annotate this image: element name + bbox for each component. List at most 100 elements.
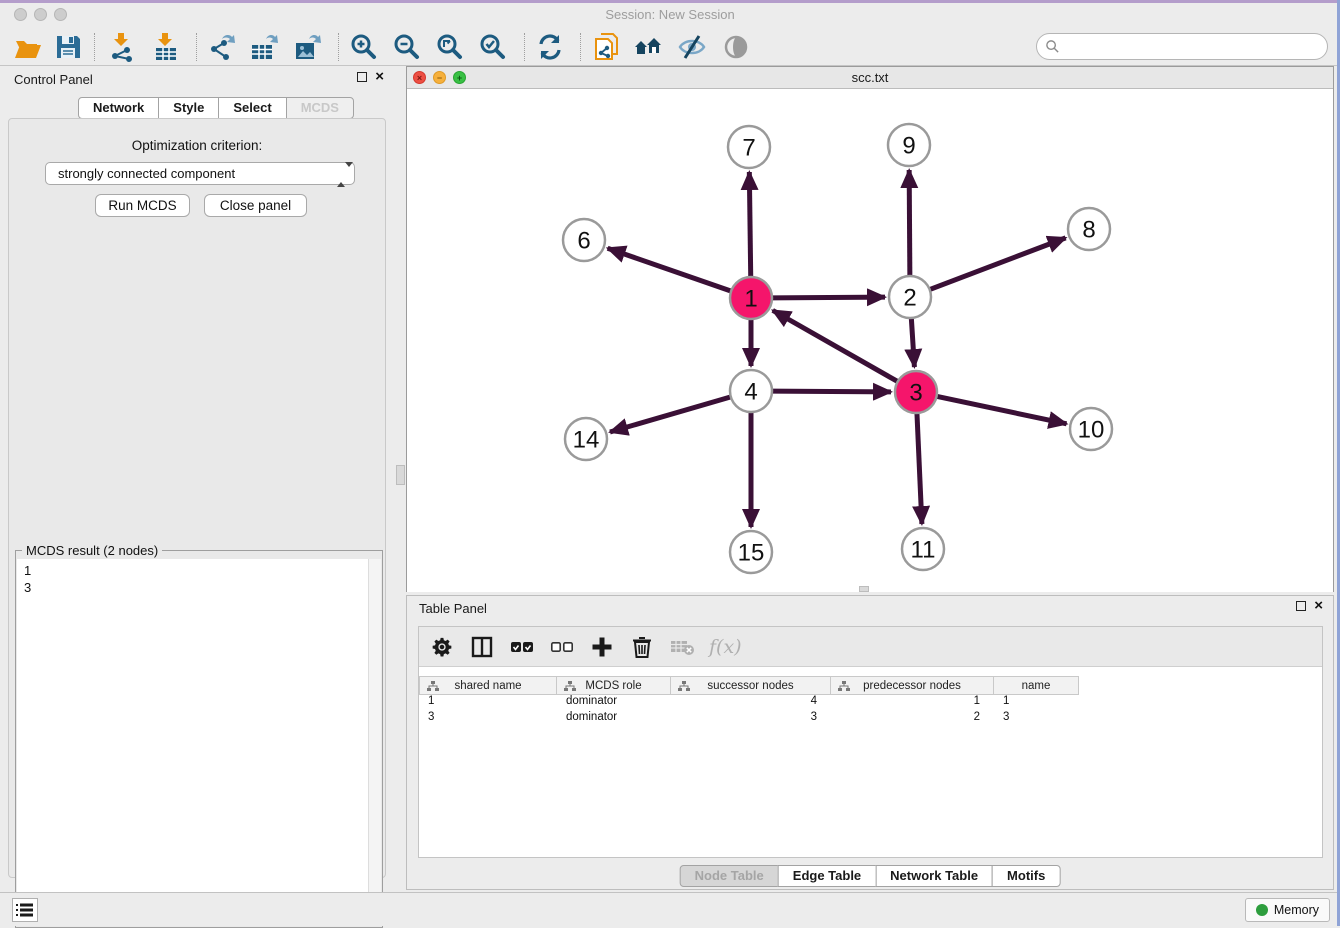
tab-network-table[interactable]: Network Table <box>875 865 993 887</box>
table-cell[interactable]: 3 <box>672 711 832 727</box>
mcds-result-lines: 13 <box>17 559 381 596</box>
criterion-select[interactable]: strongly connected component <box>45 162 355 185</box>
import-network-icon[interactable] <box>106 31 138 63</box>
graph-edge-2-3[interactable] <box>911 318 914 367</box>
table-row[interactable]: 3dominator323 <box>420 711 1321 727</box>
control-panel-tabbar: NetworkStyleSelectMCDS <box>78 97 354 119</box>
search-input[interactable] <box>1065 39 1327 54</box>
graph-node-4[interactable]: 4 <box>730 370 772 412</box>
open-session-icon[interactable] <box>12 31 44 63</box>
column-header-predecessor-nodes[interactable]: predecessor nodes <box>831 676 994 695</box>
graph-edge-1-6[interactable] <box>608 248 732 291</box>
close-panel-button[interactable]: Close panel <box>204 194 307 217</box>
add-row-icon[interactable] <box>589 634 615 660</box>
tab-mcds[interactable]: MCDS <box>286 97 354 119</box>
mcds-result-area[interactable]: 13 <box>17 559 381 926</box>
close-panel-icon[interactable]: × <box>375 72 384 82</box>
table-header-row: shared nameMCDS rolesuccessor nodesprede… <box>419 676 1079 695</box>
graph-edge-4-14[interactable] <box>610 397 731 432</box>
status-bar: Memory <box>0 892 1340 926</box>
task-history-button[interactable] <box>12 898 38 922</box>
window-title: Session: New Session <box>0 7 1340 22</box>
svg-text:2: 2 <box>903 285 916 312</box>
column-header-label: name <box>994 680 1078 692</box>
network-window-titlebar[interactable]: × − + scc.txt <box>407 67 1333 89</box>
result-line: 1 <box>24 562 381 579</box>
table-panel-title: Table Panel <box>419 601 487 616</box>
network-splitter-handle[interactable] <box>859 586 869 592</box>
graph-edge-4-3[interactable] <box>772 391 891 392</box>
export-table-icon[interactable] <box>248 31 280 63</box>
show-graphics-details-icon[interactable] <box>720 31 752 63</box>
tab-motifs[interactable]: Motifs <box>992 865 1060 887</box>
graph-node-15[interactable]: 15 <box>730 531 772 573</box>
tab-network[interactable]: Network <box>78 97 159 119</box>
memory-button[interactable]: Memory <box>1245 898 1330 922</box>
graph-node-3[interactable]: 3 <box>895 371 937 413</box>
search-field[interactable] <box>1036 33 1328 60</box>
graph-node-1[interactable]: 1 <box>730 277 772 319</box>
close-table-panel-icon[interactable]: × <box>1314 601 1323 611</box>
graph-node-8[interactable]: 8 <box>1068 208 1110 250</box>
svg-text:14: 14 <box>573 427 600 454</box>
settings-gear-icon[interactable] <box>429 634 455 660</box>
table-row[interactable]: 1dominator411 <box>420 695 1321 711</box>
graph-node-14[interactable]: 14 <box>565 418 607 460</box>
panel-splitter-handle[interactable] <box>396 465 405 485</box>
result-scrollbar[interactable] <box>368 559 381 926</box>
export-network-icon[interactable] <box>206 31 238 63</box>
table-cell[interactable]: 4 <box>672 695 832 711</box>
refresh-icon[interactable] <box>534 31 566 63</box>
table-cell[interactable]: 1 <box>832 695 995 711</box>
graph-node-11[interactable]: 11 <box>902 528 944 570</box>
columns-icon[interactable] <box>469 634 495 660</box>
zoom-selected-icon[interactable] <box>477 31 509 63</box>
save-session-icon[interactable] <box>52 31 84 63</box>
svg-text:10: 10 <box>1078 417 1105 444</box>
graph-node-7[interactable]: 7 <box>728 126 770 168</box>
zoom-out-icon[interactable] <box>391 31 423 63</box>
hide-network-icon[interactable] <box>676 31 708 63</box>
duplicate-network-icon[interactable] <box>592 31 624 63</box>
graph-edge-2-8[interactable] <box>930 238 1066 290</box>
table-cell[interactable]: dominator <box>558 711 672 727</box>
table-cell[interactable]: 3 <box>995 711 1080 727</box>
graph-edge-3-1[interactable] <box>773 310 898 381</box>
tab-select[interactable]: Select <box>218 97 286 119</box>
show-all-networks-icon[interactable] <box>632 31 664 63</box>
table-cell[interactable]: 2 <box>832 711 995 727</box>
export-image-icon[interactable] <box>292 31 324 63</box>
graph-edge-3-10[interactable] <box>937 396 1067 423</box>
float-panel-icon[interactable] <box>357 72 367 82</box>
graph-node-10[interactable]: 10 <box>1070 408 1112 450</box>
column-header-shared-name[interactable]: shared name <box>419 676 557 695</box>
table-cell[interactable]: 1 <box>995 695 1080 711</box>
column-header-successor-nodes[interactable]: successor nodes <box>671 676 831 695</box>
table-cell[interactable]: 3 <box>420 711 558 727</box>
graph-node-6[interactable]: 6 <box>563 219 605 261</box>
deselect-all-icon[interactable] <box>549 634 575 660</box>
table-cell[interactable]: dominator <box>558 695 672 711</box>
tab-style[interactable]: Style <box>158 97 219 119</box>
tab-edge-table[interactable]: Edge Table <box>778 865 876 887</box>
column-header-name[interactable]: name <box>994 676 1079 695</box>
float-table-panel-icon[interactable] <box>1296 601 1306 611</box>
tab-node-table[interactable]: Node Table <box>680 865 779 887</box>
graph-edge-1-7[interactable] <box>749 172 750 277</box>
delete-row-icon[interactable] <box>629 634 655 660</box>
run-mcds-button[interactable]: Run MCDS <box>95 194 190 217</box>
column-header-MCDS-role[interactable]: MCDS role <box>557 676 671 695</box>
zoom-fit-icon[interactable] <box>434 31 466 63</box>
select-all-icon[interactable] <box>509 634 535 660</box>
import-table-icon[interactable] <box>150 31 182 63</box>
graph-edge-1-2[interactable] <box>772 297 885 298</box>
network-canvas[interactable]: 7 9 6 8 1 2 4 3 14 10 15 11 <box>407 89 1333 592</box>
table-cell[interactable]: 1 <box>420 695 558 711</box>
graph-node-2[interactable]: 2 <box>889 276 931 318</box>
column-header-label: shared name <box>420 680 556 692</box>
graph-edge-2-9[interactable] <box>909 170 910 276</box>
graph-edge-3-11[interactable] <box>917 413 922 524</box>
zoom-in-icon[interactable] <box>348 31 380 63</box>
graph-node-9[interactable]: 9 <box>888 124 930 166</box>
main-toolbar <box>0 27 1340 66</box>
